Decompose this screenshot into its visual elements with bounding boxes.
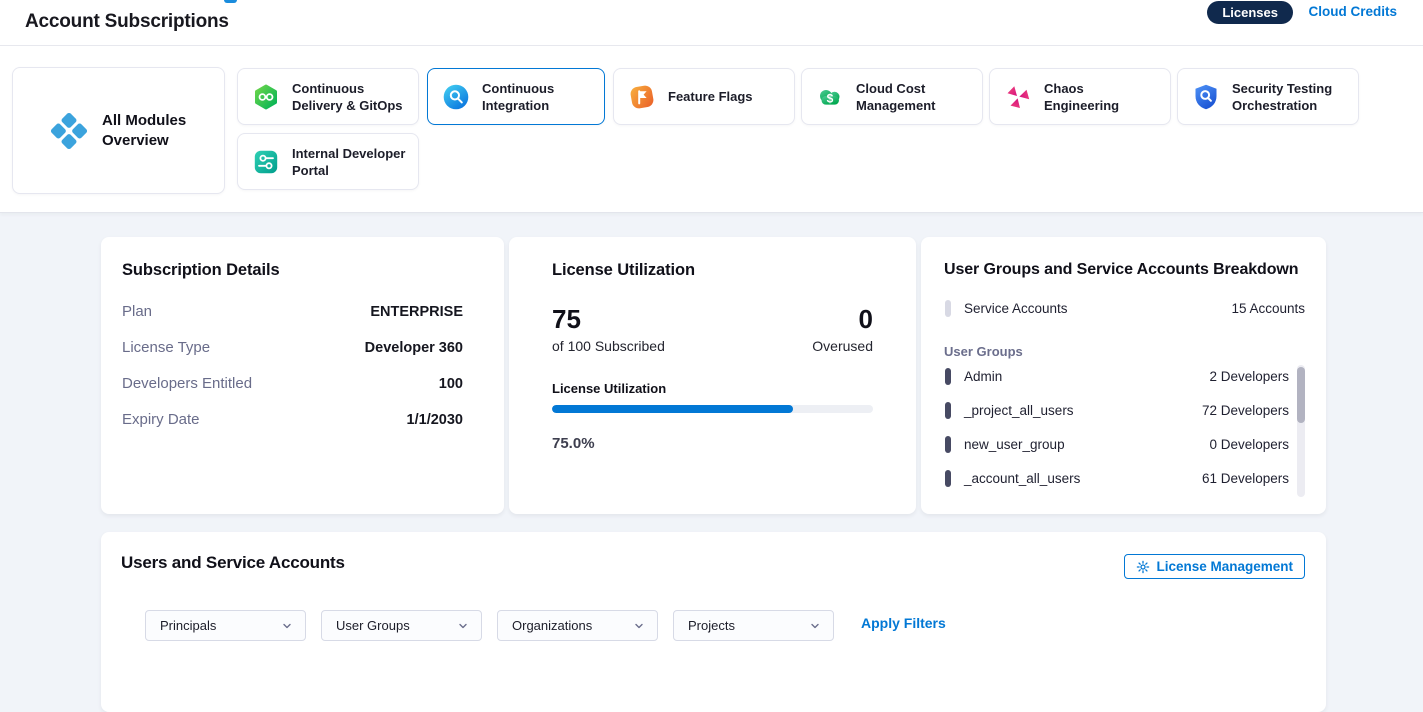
cd-gitops-icon	[252, 83, 280, 111]
license-utilization-title: License Utilization	[552, 261, 695, 280]
user-group-row: _account_all_users 61 Developers	[945, 470, 1289, 487]
users-service-accounts-card: Users and Service Accounts License Manag…	[101, 532, 1326, 712]
user-group-bullet-icon	[945, 368, 951, 385]
service-accounts-value: 15 Accounts	[1231, 301, 1305, 316]
module-tile-cloud-cost[interactable]: $ Cloud Cost Management	[801, 68, 983, 125]
user-group-row: new_user_group 0 Developers	[945, 436, 1289, 453]
utilization-bar-fill	[552, 405, 793, 413]
module-tile-label: Security Testing Orchestration	[1232, 80, 1348, 114]
page-title: Account Subscriptions	[25, 11, 229, 33]
cloud-cost-icon: $	[816, 83, 844, 111]
scrollbar-thumb[interactable]	[1297, 367, 1305, 423]
ci-icon	[442, 83, 470, 111]
module-selector-band: All Modules Overview Continuous Delivery…	[0, 45, 1423, 213]
apply-filters-link[interactable]: Apply Filters	[861, 615, 946, 631]
overused-count: 0	[812, 305, 873, 333]
utilization-bar-track	[552, 405, 873, 413]
user-group-row: Admin 2 Developers	[945, 368, 1289, 385]
cloud-credits-tab[interactable]: Cloud Credits	[1308, 4, 1397, 19]
utilization-percent: 75.0%	[552, 435, 595, 452]
chevron-down-icon	[281, 620, 293, 632]
svg-text:$: $	[827, 91, 834, 105]
module-tile-label: Internal Developer Portal	[292, 145, 408, 179]
user-groups-scrollbar	[1297, 365, 1305, 497]
chevron-down-icon	[457, 620, 469, 632]
all-modules-overview-card[interactable]: All Modules Overview	[12, 67, 225, 194]
security-testing-icon	[1192, 83, 1220, 111]
module-tile-continuous-delivery[interactable]: Continuous Delivery & GitOps	[237, 68, 419, 125]
page-header: Account Subscriptions Licenses Cloud Cre…	[0, 0, 1423, 46]
user-groups-heading: User Groups	[944, 344, 1023, 359]
user-group-bullet-icon	[945, 470, 951, 487]
overused-caption: Overused	[812, 338, 873, 354]
service-accounts-bullet-icon	[945, 300, 951, 317]
module-tile-label: Cloud Cost Management	[856, 80, 972, 114]
subscription-details-title: Subscription Details	[122, 261, 280, 280]
service-accounts-label: Service Accounts	[964, 301, 1068, 316]
used-count: 75	[552, 305, 665, 333]
module-tile-label: Continuous Integration	[482, 80, 594, 114]
user-group-row: _project_all_users 72 Developers	[945, 402, 1289, 419]
user-group-bullet-icon	[945, 402, 951, 419]
chevron-down-icon	[633, 620, 645, 632]
service-accounts-row: Service Accounts 15 Accounts	[945, 300, 1305, 317]
used-stat: 75 of 100 Subscribed	[552, 305, 665, 354]
detail-row-expiry-date: Expiry Date 1/1/2030	[122, 411, 463, 428]
detail-row-plan: Plan ENTERPRISE	[122, 303, 463, 320]
users-section-title: Users and Service Accounts	[121, 553, 345, 573]
organizations-dropdown[interactable]: Organizations	[497, 610, 658, 641]
module-tile-label: Feature Flags	[668, 88, 753, 105]
overused-stat: 0 Overused	[812, 305, 873, 354]
chaos-engineering-icon	[1004, 83, 1032, 111]
module-tile-chaos-engineering[interactable]: Chaos Engineering	[989, 68, 1171, 125]
user-group-bullet-icon	[945, 436, 951, 453]
module-tile-security-testing[interactable]: Security Testing Orchestration	[1177, 68, 1359, 125]
module-tile-label: Chaos Engineering	[1044, 80, 1160, 114]
internal-developer-portal-icon	[252, 148, 280, 176]
all-modules-icon	[47, 109, 91, 153]
chevron-down-icon	[809, 620, 821, 632]
subscription-details-card: Subscription Details Plan ENTERPRISE Lic…	[101, 237, 504, 514]
projects-dropdown[interactable]: Projects	[673, 610, 834, 641]
license-utilization-card: License Utilization 75 of 100 Subscribed…	[509, 237, 916, 514]
detail-row-license-type: License Type Developer 360	[122, 339, 463, 356]
truncated-nav-icon	[224, 0, 237, 3]
breakdown-title: User Groups and Service Accounts Breakdo…	[944, 261, 1298, 279]
feature-flags-icon	[628, 83, 656, 111]
principals-dropdown[interactable]: Principals	[145, 610, 306, 641]
all-modules-overview-label: All Modules Overview	[102, 111, 190, 151]
detail-row-developers-entitled: Developers Entitled 100	[122, 375, 463, 392]
licenses-tab[interactable]: Licenses	[1207, 1, 1293, 24]
module-tile-feature-flags[interactable]: Feature Flags	[613, 68, 795, 125]
module-tile-internal-developer-portal[interactable]: Internal Developer Portal	[237, 133, 419, 190]
used-caption: of 100 Subscribed	[552, 338, 665, 354]
utilization-bar-label: License Utilization	[552, 381, 666, 396]
module-tile-continuous-integration[interactable]: Continuous Integration	[427, 68, 605, 125]
utilization-stats: 75 of 100 Subscribed 0 Overused	[552, 305, 873, 354]
breakdown-card: User Groups and Service Accounts Breakdo…	[921, 237, 1326, 514]
license-management-button[interactable]: License Management	[1124, 554, 1305, 579]
license-management-label: License Management	[1156, 559, 1293, 574]
gear-icon	[1136, 560, 1150, 574]
user-groups-dropdown[interactable]: User Groups	[321, 610, 482, 641]
module-tile-label: Continuous Delivery & GitOps	[292, 80, 408, 114]
